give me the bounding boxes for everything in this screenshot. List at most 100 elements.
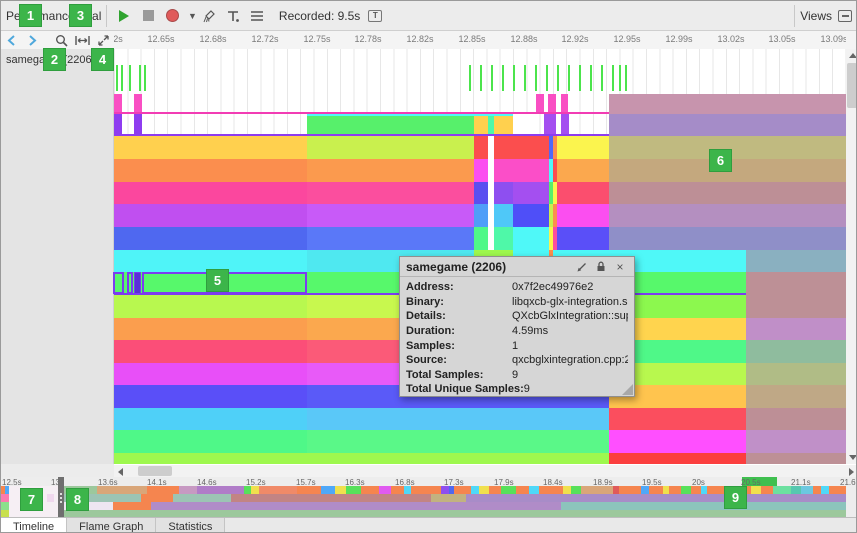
timeline-event-segment[interactable] bbox=[544, 114, 556, 136]
scroll-up-arrow-icon[interactable] bbox=[849, 53, 856, 58]
overview-segment[interactable] bbox=[391, 486, 404, 494]
overview-segment[interactable] bbox=[335, 486, 346, 494]
timeline-event-segment[interactable] bbox=[513, 182, 549, 204]
timeline-event-segment[interactable] bbox=[474, 204, 488, 227]
timeline-event-segment[interactable] bbox=[114, 430, 307, 453]
timeline-event-segment[interactable] bbox=[494, 159, 549, 182]
overview-segment[interactable] bbox=[539, 486, 563, 494]
overview-segment[interactable] bbox=[561, 502, 846, 510]
timeline-event-segment[interactable] bbox=[746, 408, 846, 430]
timeline-event-segment[interactable] bbox=[494, 227, 513, 250]
timeline-event-segment[interactable] bbox=[474, 159, 488, 182]
overview-segment[interactable] bbox=[197, 486, 244, 494]
timeline-event-segment[interactable] bbox=[474, 182, 488, 204]
overview-segment[interactable] bbox=[113, 502, 151, 510]
overview-segment[interactable] bbox=[1, 510, 9, 517]
overview-segment[interactable] bbox=[801, 486, 813, 494]
overview-segment[interactable] bbox=[1, 502, 9, 510]
timeline-event-segment[interactable] bbox=[557, 159, 609, 182]
overview-segment[interactable] bbox=[563, 486, 571, 494]
prev-event-button[interactable] bbox=[2, 29, 21, 51]
overview-segment[interactable] bbox=[649, 486, 663, 494]
selected-event-outline[interactable] bbox=[127, 272, 133, 294]
timeline-event-segment[interactable] bbox=[609, 408, 746, 430]
timeline-event-segment[interactable] bbox=[114, 159, 307, 182]
timeline-event-segment[interactable] bbox=[307, 430, 609, 453]
timeline-event-segment[interactable] bbox=[609, 204, 846, 227]
timeline-event-segment[interactable] bbox=[114, 363, 307, 385]
timeline-event-segment[interactable] bbox=[494, 182, 513, 204]
vertical-scrollbar-thumb[interactable] bbox=[847, 63, 856, 108]
close-icon[interactable]: × bbox=[612, 260, 628, 274]
timeline-event-segment[interactable] bbox=[307, 182, 474, 204]
timeline-event-segment[interactable] bbox=[746, 453, 846, 464]
stop-button[interactable] bbox=[137, 5, 159, 27]
timeline-event-segment[interactable] bbox=[513, 204, 549, 227]
overview-segment[interactable] bbox=[97, 486, 147, 494]
overview-segment[interactable] bbox=[9, 510, 58, 517]
timeline-event-segment[interactable] bbox=[557, 182, 609, 204]
timeline-event-segment[interactable] bbox=[536, 94, 544, 114]
timeline-event-segment[interactable] bbox=[609, 430, 746, 453]
timeline-event-segment[interactable] bbox=[746, 250, 846, 272]
overview-segment[interactable] bbox=[259, 486, 297, 494]
timeline-event-segment[interactable] bbox=[474, 114, 488, 136]
timeline-event-segment[interactable] bbox=[114, 318, 307, 340]
timeline-event-segment[interactable] bbox=[114, 295, 307, 318]
overview-segment[interactable] bbox=[751, 486, 761, 494]
overview-segment[interactable] bbox=[571, 486, 581, 494]
timeline-event-segment[interactable] bbox=[746, 340, 846, 363]
overview-segment[interactable] bbox=[346, 486, 361, 494]
timeline-event-segment[interactable] bbox=[494, 204, 513, 227]
timeline-event-segment[interactable] bbox=[746, 295, 846, 318]
timeline-event-segment[interactable] bbox=[557, 204, 609, 227]
overview-segment[interactable] bbox=[669, 486, 681, 494]
timeline-event-segment[interactable] bbox=[114, 453, 609, 464]
timeline-event-segment[interactable] bbox=[134, 114, 142, 136]
clear-results-button[interactable] bbox=[198, 5, 220, 27]
resize-grip-icon[interactable] bbox=[622, 384, 633, 395]
timeline-event-segment[interactable] bbox=[114, 227, 307, 250]
timeline-event-segment[interactable] bbox=[114, 408, 307, 430]
tab-flame-graph[interactable]: Flame Graph bbox=[67, 518, 157, 532]
scroll-down-arrow-icon[interactable] bbox=[849, 455, 856, 460]
overview-range-handle[interactable] bbox=[58, 477, 64, 517]
timeline-event-segment[interactable] bbox=[114, 204, 307, 227]
overview-segment[interactable] bbox=[466, 494, 846, 502]
timeline-event-segment[interactable] bbox=[557, 227, 609, 250]
overview-segment[interactable] bbox=[691, 486, 701, 494]
record-button[interactable] bbox=[161, 5, 183, 27]
timeline-event-segment[interactable] bbox=[494, 114, 513, 136]
tab-timeline[interactable]: Timeline bbox=[1, 518, 68, 532]
overview-segment[interactable] bbox=[1, 494, 9, 502]
overview-segment[interactable] bbox=[516, 486, 529, 494]
overview-segment[interactable] bbox=[431, 494, 466, 502]
overview-segment[interactable] bbox=[404, 486, 411, 494]
overview-segment[interactable] bbox=[471, 486, 479, 494]
shortcuts-menu-button[interactable] bbox=[246, 5, 268, 27]
edit-icon[interactable] bbox=[574, 260, 590, 274]
overview-segment[interactable] bbox=[179, 486, 197, 494]
timeline-event-segment[interactable] bbox=[548, 94, 556, 114]
timeline-event-segment[interactable] bbox=[494, 136, 549, 159]
overview-segment[interactable] bbox=[454, 486, 471, 494]
overview-segment[interactable] bbox=[821, 486, 829, 494]
overview-segment[interactable] bbox=[173, 494, 231, 502]
overview-segment[interactable] bbox=[47, 494, 54, 502]
overview-segment[interactable] bbox=[244, 486, 251, 494]
timeline-event-segment[interactable] bbox=[561, 114, 569, 136]
timeline-event-segment[interactable] bbox=[609, 453, 746, 464]
timeline-event-segment[interactable] bbox=[557, 136, 609, 159]
timeline-event-segment[interactable] bbox=[114, 385, 307, 408]
overview-segment[interactable] bbox=[489, 486, 501, 494]
views-button[interactable]: Views bbox=[800, 9, 832, 23]
overview-segment[interactable] bbox=[141, 494, 173, 502]
horizontal-scrollbar[interactable] bbox=[114, 465, 856, 477]
timeline-event-segment[interactable] bbox=[561, 94, 568, 114]
timeline-event-segment[interactable] bbox=[746, 430, 846, 453]
overview-segment[interactable] bbox=[761, 486, 773, 494]
timeline-event-segment[interactable] bbox=[307, 136, 474, 159]
timeline-event-segment[interactable] bbox=[114, 340, 307, 363]
overview-segment[interactable] bbox=[379, 486, 391, 494]
overview-segment[interactable] bbox=[151, 502, 561, 510]
